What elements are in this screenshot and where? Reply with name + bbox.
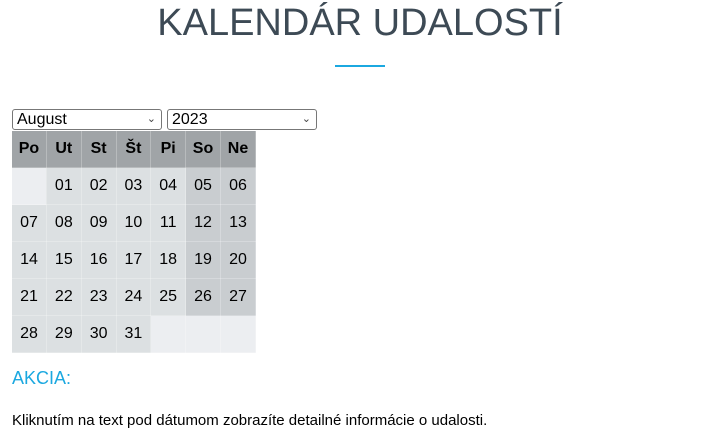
chevron-down-icon: ⌄ <box>301 113 311 125</box>
day-cell[interactable]: 10 <box>116 204 152 242</box>
day-cell[interactable]: 18 <box>150 241 187 279</box>
weekday-header: Pi <box>150 131 187 168</box>
day-cell[interactable]: 15 <box>46 241 82 279</box>
day-cell[interactable]: 03 <box>116 167 152 205</box>
calendar-week-row: 01 02 03 04 05 06 <box>12 167 256 205</box>
info-text: Kliknutím na text pod dátumom zobrazíte … <box>12 412 488 429</box>
chevron-down-icon: ⌄ <box>146 113 156 125</box>
day-cell[interactable]: 25 <box>150 278 187 316</box>
day-cell[interactable]: 20 <box>220 241 256 279</box>
day-cell[interactable]: 28 <box>12 315 47 353</box>
month-select-value: August <box>17 111 67 128</box>
weekday-header: Št <box>116 131 152 168</box>
empty-day-cell <box>220 315 256 353</box>
day-cell[interactable]: 05 <box>185 167 221 205</box>
day-cell[interactable]: 29 <box>46 315 82 353</box>
year-select-value: 2023 <box>172 111 208 128</box>
day-cell[interactable]: 06 <box>220 167 256 205</box>
title-divider <box>335 65 385 67</box>
calendar-week-row: 28 29 30 31 <box>12 315 256 353</box>
empty-day-cell <box>12 167 47 205</box>
calendar-week-row: 07 08 09 10 11 12 13 <box>12 204 256 242</box>
day-cell[interactable]: 04 <box>150 167 187 205</box>
weekday-header: Ne <box>220 131 256 168</box>
year-select[interactable]: 2023 ⌄ <box>167 109 317 130</box>
weekday-header: Po <box>12 131 47 168</box>
month-select[interactable]: August ⌄ <box>12 109 162 130</box>
day-cell[interactable]: 02 <box>81 167 117 205</box>
day-cell[interactable]: 31 <box>116 315 152 353</box>
day-cell[interactable]: 07 <box>12 204 47 242</box>
day-cell[interactable]: 30 <box>81 315 117 353</box>
calendar-table: Po Ut St Št Pi So Ne 01 02 03 04 05 06 07 08 09 10 11 12 1… <box>12 131 256 353</box>
weekday-header: So <box>185 131 221 168</box>
day-cell[interactable]: 16 <box>81 241 117 279</box>
section-label: AKCIA: <box>12 368 72 388</box>
day-cell[interactable]: 09 <box>81 204 117 242</box>
day-cell[interactable]: 27 <box>220 278 256 316</box>
day-cell[interactable]: 22 <box>46 278 82 316</box>
page-title: KALENDÁR UDALOSTÍ <box>157 2 563 44</box>
empty-day-cell <box>150 315 187 353</box>
day-cell[interactable]: 12 <box>185 204 221 242</box>
calendar-week-row: 21 22 23 24 25 26 27 <box>12 278 256 316</box>
day-cell[interactable]: 13 <box>220 204 256 242</box>
day-cell[interactable]: 14 <box>12 241 47 279</box>
weekday-header: Ut <box>46 131 82 168</box>
weekday-header: St <box>81 131 117 168</box>
day-cell[interactable]: 19 <box>185 241 221 279</box>
day-cell[interactable]: 01 <box>46 167 82 205</box>
day-cell[interactable]: 24 <box>116 278 152 316</box>
day-cell[interactable]: 26 <box>185 278 221 316</box>
empty-day-cell <box>185 315 221 353</box>
day-cell[interactable]: 23 <box>81 278 117 316</box>
day-cell[interactable]: 17 <box>116 241 152 279</box>
day-cell[interactable]: 21 <box>12 278 47 316</box>
calendar-week-row: 14 15 16 17 18 19 20 <box>12 241 256 279</box>
day-cell[interactable]: 11 <box>150 204 187 242</box>
day-cell[interactable]: 08 <box>46 204 82 242</box>
